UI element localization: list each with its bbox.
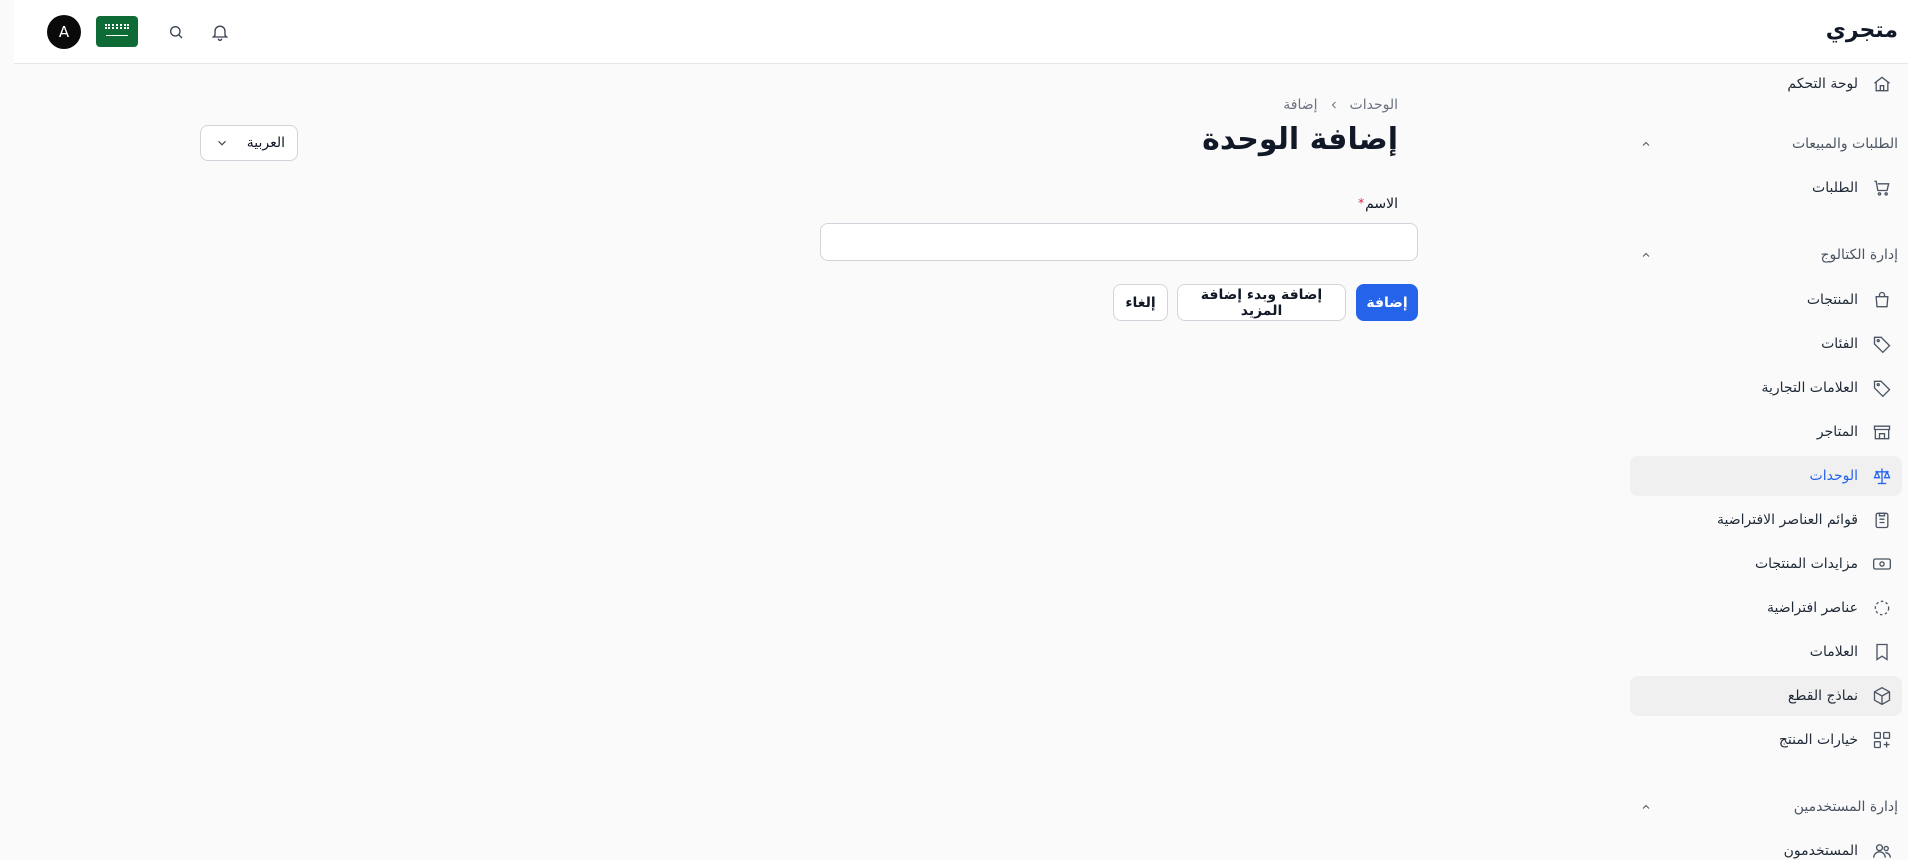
sidebar-item-label: الطلبات — [1812, 180, 1858, 196]
sidebar-item-label: العلامات — [1809, 644, 1858, 660]
sidebar-item-label: المتاجر — [1816, 424, 1858, 440]
chevron-up-icon — [1640, 249, 1652, 261]
chevron-up-icon — [1640, 138, 1652, 150]
sidebar-item-product-options[interactable]: خيارات المنتج — [1630, 720, 1902, 760]
sidebar-item-default-item-lists[interactable]: قوائم العناصر الافتراضية — [1630, 500, 1902, 540]
banknote-icon — [1870, 552, 1894, 576]
chevron-up-icon — [1640, 801, 1652, 813]
sidebar-item-users[interactable]: المستخدمون — [1630, 831, 1902, 860]
sidebar-item-label: العلامات التجارية — [1761, 380, 1858, 396]
sidebar-item-label: الفئات — [1821, 336, 1858, 352]
sidebar-item-label: قوائم العناصر الافتراضية — [1717, 512, 1858, 528]
sidebar-group-label: الطلبات والمبيعات — [1791, 136, 1898, 152]
sidebar-item-products[interactable]: المنتجات — [1630, 280, 1902, 320]
sidebar-item-orders[interactable]: الطلبات — [1630, 168, 1902, 208]
cancel-button[interactable]: إلغاء — [1113, 284, 1168, 321]
language-select-value: العربية — [246, 135, 285, 151]
breadcrumb-units-link[interactable]: الوحدات — [1350, 97, 1398, 113]
breadcrumb-current: إضافة — [1283, 97, 1318, 113]
language-select[interactable]: العربية — [200, 125, 298, 161]
page-title: إضافة الوحدة — [1202, 122, 1398, 157]
bookmark-icon — [1870, 640, 1894, 664]
sidebar-item-stores[interactable]: المتاجر — [1630, 412, 1902, 452]
sidebar-item-categories[interactable]: الفئات — [1630, 324, 1902, 364]
add-and-continue-button[interactable]: إضافة وبدء إضافة المزيد — [1177, 284, 1346, 321]
add-button[interactable]: إضافة — [1356, 284, 1418, 321]
breadcrumb: الوحدات إضافة — [1283, 97, 1398, 113]
sidebar-item-label: المستخدمون — [1783, 843, 1858, 859]
clipboard-list-icon — [1870, 508, 1894, 532]
sidebar-item-dashboard[interactable]: لوحة التحكم — [1630, 64, 1902, 104]
name-field-label: الاسم* — [1358, 196, 1398, 212]
top-bar: متجري A — [14, 0, 1908, 64]
sidebar-group-orders-sales[interactable]: الطلبات والمبيعات — [1630, 132, 1898, 156]
store-icon — [1870, 420, 1894, 444]
sidebar-item-label: الوحدات — [1809, 468, 1858, 484]
scale-icon — [1870, 464, 1894, 488]
sidebar-group-label: إدارة الكتالوج — [1820, 247, 1898, 263]
cube-icon — [1870, 684, 1894, 708]
name-input[interactable] — [820, 223, 1418, 261]
sidebar-group-label: إدارة المستخدمين — [1793, 799, 1898, 815]
chevron-down-icon — [215, 136, 229, 150]
home-icon — [1870, 72, 1894, 96]
user-avatar[interactable]: A — [47, 15, 81, 49]
sidebar-item-label: عناصر افتراضية — [1767, 600, 1858, 616]
sidebar-item-brands[interactable]: العلامات التجارية — [1630, 368, 1902, 408]
brand-logo[interactable]: متجري — [1826, 18, 1898, 43]
required-mark: * — [1358, 196, 1365, 210]
bag-icon — [1870, 288, 1894, 312]
sidebar-group-user-management[interactable]: إدارة المستخدمين — [1630, 795, 1898, 819]
bell-icon[interactable] — [208, 20, 232, 44]
sidebar-item-product-auctions[interactable]: مزايدات المنتجات — [1630, 544, 1902, 584]
sidebar-item-part-models[interactable]: نماذج القطع — [1630, 676, 1902, 716]
saudi-flag-icon[interactable] — [96, 16, 138, 47]
users-icon — [1870, 839, 1894, 860]
sidebar-item-label: مزايدات المنتجات — [1754, 556, 1858, 572]
dashed-box-icon — [1870, 596, 1894, 620]
name-label-text: الاسم — [1365, 196, 1398, 212]
sidebar-item-label: نماذج القطع — [1787, 688, 1858, 704]
sidebar-item-units[interactable]: الوحدات — [1630, 456, 1902, 496]
sidebar-item-label: لوحة التحكم — [1787, 76, 1858, 92]
sidebar-item-tags[interactable]: العلامات — [1630, 632, 1902, 672]
sidebar-group-catalog[interactable]: إدارة الكتالوج — [1630, 243, 1898, 267]
tag-icon — [1870, 376, 1894, 400]
sidebar-item-label: المنتجات — [1806, 292, 1858, 308]
cart-icon — [1870, 176, 1894, 200]
tag-icon — [1870, 332, 1894, 356]
sidebar: لوحة التحكم الطلبات والمبيعات الطلبات إد… — [1628, 64, 1908, 860]
sidebar-item-default-items[interactable]: عناصر افتراضية — [1630, 588, 1902, 628]
sidebar-item-label: خيارات المنتج — [1778, 732, 1858, 748]
grid-plus-icon — [1870, 728, 1894, 752]
search-icon[interactable] — [164, 20, 188, 44]
chevron-left-icon — [1328, 99, 1340, 111]
